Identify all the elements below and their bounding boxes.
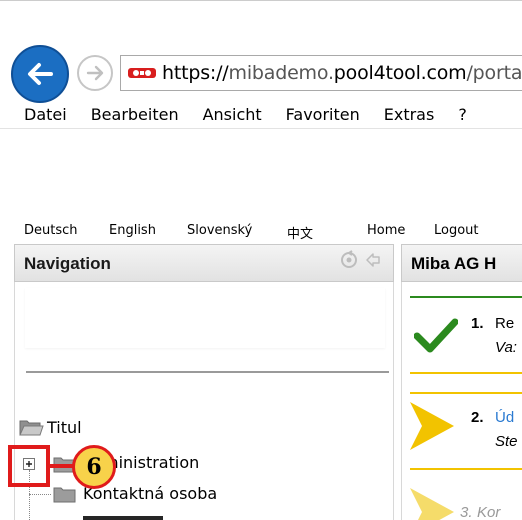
arrow-right-yellow-icon bbox=[410, 402, 454, 450]
window-top-border bbox=[0, 0, 522, 1]
step-2-bottom-line bbox=[410, 468, 522, 470]
menu-datei[interactable]: Datei bbox=[24, 102, 67, 128]
arrow-right-yellow-icon bbox=[410, 488, 454, 520]
chrome-divider bbox=[0, 128, 522, 129]
navigation-title: Navigation bbox=[24, 254, 111, 273]
step-1-top-line bbox=[410, 296, 522, 298]
folder-icon bbox=[53, 487, 76, 503]
lang-english-link[interactable]: English bbox=[109, 223, 156, 238]
menu-extras[interactable]: Extras bbox=[384, 102, 435, 128]
tree-item-administration[interactable]: ministration bbox=[103, 453, 199, 472]
language-bar: Deutsch English Slovenský 中文 Home Logout bbox=[0, 222, 522, 242]
content-header: Miba AG H bbox=[401, 244, 522, 282]
navigation-search-area bbox=[25, 288, 385, 348]
back-button[interactable] bbox=[11, 45, 69, 103]
step-3-title: Kor bbox=[477, 504, 501, 520]
logout-link[interactable]: Logout bbox=[434, 223, 479, 238]
step-2-subtitle: Ste bbox=[495, 433, 518, 450]
lang-deutsch-link[interactable]: Deutsch bbox=[24, 223, 78, 238]
tree-connector-horizontal bbox=[29, 494, 51, 495]
refresh-icon[interactable] bbox=[338, 249, 360, 271]
menu-ansicht[interactable]: Ansicht bbox=[203, 102, 262, 128]
arrow-right-icon bbox=[86, 65, 104, 81]
navigation-header: Navigation bbox=[14, 244, 394, 282]
step-1-subtitle: Va: bbox=[495, 339, 517, 356]
step-2-title[interactable]: Úd bbox=[495, 409, 514, 426]
lang-chinese-link[interactable]: 中文 bbox=[287, 223, 313, 242]
content-title: Miba AG H bbox=[411, 254, 497, 273]
url-host-domain: pool4tool.com bbox=[333, 62, 467, 84]
url-host-prefix: mibademo. bbox=[228, 62, 334, 84]
step-1-title[interactable]: Re bbox=[495, 315, 514, 332]
highlight-box bbox=[8, 445, 50, 487]
callout-connector bbox=[50, 464, 74, 468]
address-url[interactable]: https://mibademo.pool4tool.com/portal/n bbox=[162, 62, 522, 84]
tree-item-partial bbox=[83, 516, 163, 520]
collapse-left-icon[interactable] bbox=[364, 251, 382, 269]
address-bar[interactable]: https://mibademo.pool4tool.com/portal/n bbox=[120, 55, 522, 91]
site-identity-icon bbox=[128, 68, 156, 78]
navigation-panel: Titul ministration Kontaktná osoba bbox=[14, 282, 394, 520]
step-1-bottom-line bbox=[410, 372, 522, 374]
menu-bearbeiten[interactable]: Bearbeiten bbox=[91, 102, 179, 128]
checkmark-icon bbox=[414, 318, 458, 353]
navigation-separator bbox=[26, 371, 389, 373]
home-link[interactable]: Home bbox=[367, 223, 405, 238]
step-1-number: 1. bbox=[471, 315, 484, 332]
url-scheme: https:// bbox=[162, 62, 229, 84]
callout-number-badge: 6 bbox=[72, 445, 116, 489]
lang-slovensky-link[interactable]: Slovenský bbox=[187, 223, 252, 238]
folder-open-icon bbox=[19, 420, 44, 436]
arrow-left-icon bbox=[28, 63, 53, 85]
content-panel: 1. Re Va: 2. Úd Ste 3. Kor bbox=[401, 282, 522, 520]
url-path: /portal/n bbox=[466, 62, 522, 84]
browser-chrome: https://mibademo.pool4tool.com/portal/n … bbox=[0, 0, 522, 129]
menu-help[interactable]: ? bbox=[458, 102, 467, 128]
menu-bar: Datei Bearbeiten Ansicht Favoriten Extra… bbox=[0, 102, 522, 128]
step-3-number: 3. bbox=[460, 504, 473, 520]
step-2-top-line bbox=[410, 392, 522, 394]
step-2-number: 2. bbox=[471, 409, 484, 426]
tree-root-titul[interactable]: Titul bbox=[47, 418, 82, 437]
menu-favoriten[interactable]: Favoriten bbox=[286, 102, 360, 128]
forward-button[interactable] bbox=[77, 55, 113, 91]
